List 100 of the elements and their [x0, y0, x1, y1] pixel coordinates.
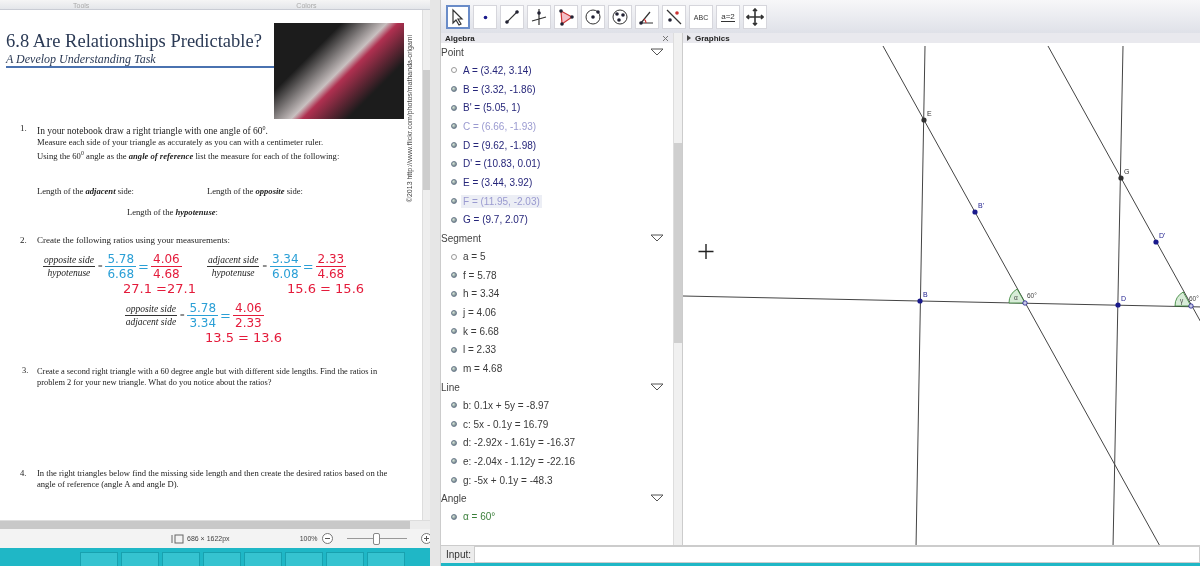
- algebra-item[interactable]: c: 5x - 0.1y = 16.79: [461, 417, 551, 431]
- expand-triangle-icon[interactable]: [687, 35, 691, 41]
- point[interactable]: [921, 117, 927, 123]
- visibility-toggle[interactable]: [451, 458, 457, 465]
- algebra-item[interactable]: l = 2.33: [461, 343, 499, 357]
- handwritten-denominator: 6.68: [105, 266, 137, 281]
- point[interactable]: [917, 298, 923, 304]
- algebra-item[interactable]: E = (3.44, 3.92): [461, 175, 535, 189]
- slider-thumb[interactable]: [373, 532, 381, 545]
- ratio-numerator: opposite side: [43, 254, 95, 267]
- visibility-toggle[interactable]: [451, 253, 457, 260]
- visibility-toggle[interactable]: [451, 309, 457, 316]
- problem-text: In your notebook draw a right triangle with one angle of 60$^{0}$.: [37, 124, 269, 138]
- input-label: Input:: [446, 549, 472, 560]
- algebra-item[interactable]: h = 3.34: [461, 287, 502, 301]
- collapse-triangle-icon[interactable]: [650, 494, 664, 503]
- handwritten-result: 15.6 = 15.6: [287, 281, 366, 297]
- algebra-item[interactable]: f = 5.78: [461, 268, 499, 282]
- point[interactable]: [972, 209, 978, 215]
- ratio-numerator: opposite side: [125, 303, 177, 316]
- line[interactable]: [915, 45, 926, 545]
- horizontal-scrollbar[interactable]: [0, 520, 430, 529]
- visibility-toggle[interactable]: [451, 272, 457, 279]
- vertical-scrollbar[interactable]: [673, 33, 683, 545]
- ratio-denominator: adjacent side: [125, 316, 177, 328]
- ratio-denominator: hypotenuse: [47, 267, 91, 279]
- algebra-item[interactable]: e: -2.04x - 1.12y = -22.16: [461, 454, 577, 468]
- problem-number: 4.: [19, 468, 28, 480]
- visibility-toggle[interactable]: [451, 439, 457, 446]
- category-heading: Line: [441, 381, 460, 393]
- visibility-toggle[interactable]: [451, 216, 457, 223]
- circle-icon: [584, 8, 602, 26]
- algebra-item[interactable]: m = 4.68: [461, 362, 505, 376]
- visibility-toggle[interactable]: [451, 160, 457, 167]
- point[interactable]: [1153, 239, 1159, 245]
- visibility-toggle[interactable]: [451, 402, 457, 409]
- visibility-toggle[interactable]: [451, 179, 457, 186]
- visibility-toggle[interactable]: [451, 477, 457, 484]
- point[interactable]: [1115, 302, 1121, 308]
- ratio-denominator: hypotenuse: [211, 267, 255, 279]
- problem-text: In the right triangles below find the missing side length and then create the desired ratios based on the angle of reference (angle A and angle D).: [37, 468, 389, 490]
- line[interactable]: [1112, 45, 1124, 545]
- point-icon: [482, 14, 488, 20]
- algebra-item[interactable]: D = (9.62, -1.98): [461, 138, 539, 152]
- algebra-item[interactable]: A = (3.42, 3.14): [461, 63, 534, 77]
- visibility-toggle[interactable]: [451, 328, 457, 335]
- line-icon: [503, 8, 521, 26]
- handwritten-denominator: 6.08: [269, 266, 301, 281]
- algebra-item[interactable]: α = 60°: [461, 510, 498, 524]
- pane-title: Graphics: [695, 33, 730, 43]
- close-icon[interactable]: [662, 34, 669, 42]
- algebra-item[interactable]: D' = (10.83, 0.01): [461, 157, 543, 171]
- problem-text: Measure each side of your triangle as accurately as you can with a centimeter ruler.: [37, 137, 325, 149]
- collapse-triangle-icon[interactable]: [650, 48, 664, 56]
- input-field[interactable]: [474, 546, 1200, 563]
- handwritten-numerator: 5.78: [106, 252, 136, 266]
- visibility-toggle[interactable]: [451, 421, 457, 428]
- algebra-item[interactable]: b: 0.1x + 5y = -8.97: [461, 398, 552, 412]
- visibility-toggle[interactable]: [451, 67, 457, 74]
- problem-number: 2.: [19, 235, 28, 247]
- point[interactable]: [1022, 300, 1028, 306]
- visibility-toggle[interactable]: [451, 513, 457, 520]
- zoom-out-icon[interactable]: [321, 533, 333, 544]
- algebra-item[interactable]: d: -2.92x - 1.61y = -16.37: [461, 436, 577, 450]
- circle-points-icon: [611, 8, 629, 26]
- visibility-toggle[interactable]: [451, 123, 457, 130]
- handwritten-equals: =: [138, 259, 149, 274]
- algebra-item[interactable]: j = 4.06: [461, 306, 499, 320]
- handwritten-denominator: 4.68: [315, 266, 347, 281]
- algebra-item[interactable]: k = 6.68: [461, 324, 501, 338]
- angle-marker[interactable]: [1008, 288, 1026, 304]
- tool-button[interactable]: [446, 5, 470, 29]
- handwritten-result: 13.5 = 13.6: [205, 330, 284, 346]
- visibility-toggle[interactable]: [451, 142, 457, 149]
- visibility-toggle[interactable]: [451, 86, 457, 93]
- algebra-item[interactable]: a = 5: [461, 250, 488, 264]
- reflect-icon: [665, 8, 683, 26]
- visibility-toggle[interactable]: [451, 104, 457, 111]
- equals-sign: =: [179, 311, 185, 320]
- problem-text: Create a second right triangle with a 60 degree angle but with different side lengths. Find the ratios in problem 2 for your new triangle. What do you notice about the ratios?: [37, 366, 379, 388]
- collapse-triangle-icon[interactable]: [650, 234, 664, 243]
- problem-text: Using the 60$^{0}$ angle as the angle of reference list the measure for each of the following:: [37, 149, 341, 162]
- slider-tool-button[interactable]: a=2: [716, 5, 740, 29]
- visibility-toggle[interactable]: [451, 365, 457, 372]
- collapse-triangle-icon[interactable]: [650, 383, 664, 391]
- visibility-toggle[interactable]: [451, 346, 457, 353]
- visibility-toggle[interactable]: [451, 290, 457, 297]
- algebra-item[interactable]: g: -5x + 0.1y = -48.3: [461, 473, 555, 487]
- algebra-item[interactable]: B' = (5.05, 1): [461, 101, 523, 115]
- pane-title: Algebra: [445, 33, 475, 43]
- point[interactable]: [1188, 303, 1194, 309]
- handwritten-result: 27.1 =27.1: [123, 281, 197, 297]
- algebra-item[interactable]: B = (3.32, -1.86): [461, 82, 538, 96]
- category-heading: Point: [441, 46, 464, 58]
- point[interactable]: [1118, 175, 1124, 181]
- move-arrows-icon: [746, 8, 764, 26]
- handwritten-equals: =: [302, 259, 314, 274]
- problem-number: 3.: [21, 366, 30, 377]
- algebra-item[interactable]: G = (9.7, 2.07): [461, 213, 530, 227]
- visibility-toggle[interactable]: [451, 198, 457, 205]
